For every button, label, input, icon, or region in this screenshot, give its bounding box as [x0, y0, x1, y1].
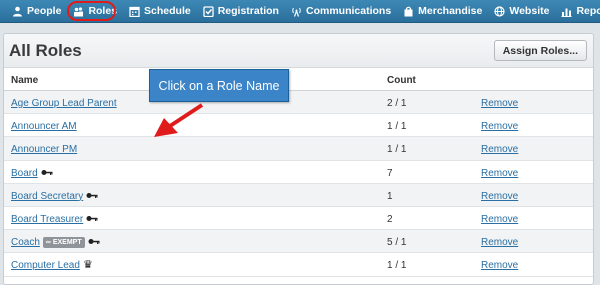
bag-icon: [403, 6, 414, 17]
role-name-link[interactable]: Computer Lead: [11, 260, 80, 271]
role-name-link[interactable]: Announcer AM: [11, 121, 77, 132]
table-row: Coach ∞ EXEMPT 5 / 1 Remove: [4, 230, 593, 254]
exempt-badge: ∞ EXEMPT: [42, 237, 85, 249]
nav-merchandise[interactable]: Merchandise: [397, 0, 488, 23]
role-name-link[interactable]: Age Group Lead Parent: [11, 98, 117, 109]
broadcast-icon: [291, 6, 302, 17]
key-icon: [41, 168, 53, 179]
role-count: 7: [387, 167, 393, 179]
nav-label: Website: [509, 5, 550, 17]
header-count: Count: [387, 75, 416, 86]
role-name-link[interactable]: Announcer PM: [11, 144, 77, 155]
table-row: Announcer AM 1 / 1 Remove: [4, 114, 593, 138]
highlight-ring: [67, 0, 117, 21]
role-count: 1 / 1: [387, 121, 407, 133]
remove-link[interactable]: Remove: [481, 98, 518, 109]
role-count: 1: [387, 190, 393, 202]
page-title: All Roles: [9, 41, 82, 60]
globe-icon: [494, 5, 505, 17]
role-count: 5 / 1: [387, 237, 407, 249]
role-count: 2 / 1: [387, 98, 407, 109]
nav-schedule[interactable]: Schedule: [123, 0, 197, 23]
header-name: Name: [11, 75, 39, 86]
remove-link[interactable]: Remove: [481, 144, 518, 155]
key-icon: [86, 191, 98, 202]
nav-label: Communications: [305, 5, 392, 17]
remove-link[interactable]: Remove: [481, 260, 518, 271]
role-count: 1 / 1: [387, 260, 407, 272]
role-count: 2: [387, 213, 393, 225]
nav-label: Merchandise: [418, 5, 483, 17]
nav-roles[interactable]: Roles: [67, 0, 123, 23]
table-row: Age Group Lead Parent 2 / 1 Remove: [4, 91, 593, 115]
role-name-link[interactable]: Board Secretary: [11, 191, 83, 202]
remove-link[interactable]: Remove: [481, 191, 518, 202]
table-row: Board Secretary 1 Remove: [4, 183, 593, 207]
panel-header: All Roles Assign Roles...: [4, 34, 593, 68]
assign-roles-button[interactable]: Assign Roles...: [493, 40, 587, 61]
nav-registration[interactable]: Registration: [197, 0, 285, 23]
key-icon: [86, 214, 98, 225]
nav-label: Registration: [217, 5, 279, 17]
role-name-link[interactable]: Board Treasurer: [11, 214, 83, 225]
table-header: Name Count: [4, 68, 593, 91]
table-row: Board Treasurer 2 Remove: [4, 207, 593, 231]
remove-link[interactable]: Remove: [481, 168, 518, 179]
crown-icon: ♛: [82, 259, 93, 272]
bar-chart-icon: [561, 6, 572, 17]
callout-arrow-icon: [154, 103, 204, 137]
calendar-icon: [129, 6, 140, 17]
remove-link[interactable]: Remove: [481, 237, 518, 248]
person-icon: [12, 6, 23, 17]
roles-table: Name Count Age Group Lead Parent 2 / 1 R…: [4, 68, 593, 277]
remove-link[interactable]: Remove: [481, 214, 518, 225]
nav-people[interactable]: People: [6, 0, 67, 23]
nav-label: Reports: [576, 5, 600, 17]
role-name-link[interactable]: Coach: [11, 237, 40, 248]
nav-label: Schedule: [144, 5, 191, 17]
tutorial-callout: Click on a Role Name: [149, 69, 289, 102]
page: All Roles Assign Roles... Name Count Age…: [0, 23, 600, 285]
nav-communications[interactable]: Communications: [285, 0, 397, 23]
top-nav: People Roles Schedule Registration Commu…: [0, 0, 600, 23]
role-count: 1 / 1: [387, 144, 407, 156]
roles-panel: All Roles Assign Roles... Name Count Age…: [3, 33, 594, 285]
remove-link[interactable]: Remove: [481, 121, 518, 132]
table-row: Board 7 Remove: [4, 161, 593, 184]
key-icon: [88, 237, 100, 248]
table-row: Announcer PM 1 / 1 Remove: [4, 137, 593, 161]
nav-website[interactable]: Website: [488, 0, 555, 23]
nav-reports[interactable]: Reports: [555, 0, 600, 23]
nav-label: People: [27, 5, 62, 17]
table-row: Computer Lead ♛ 1 / 1 Remove: [4, 253, 593, 277]
role-name-link[interactable]: Board: [11, 168, 38, 179]
checkbox-icon: [203, 5, 214, 17]
